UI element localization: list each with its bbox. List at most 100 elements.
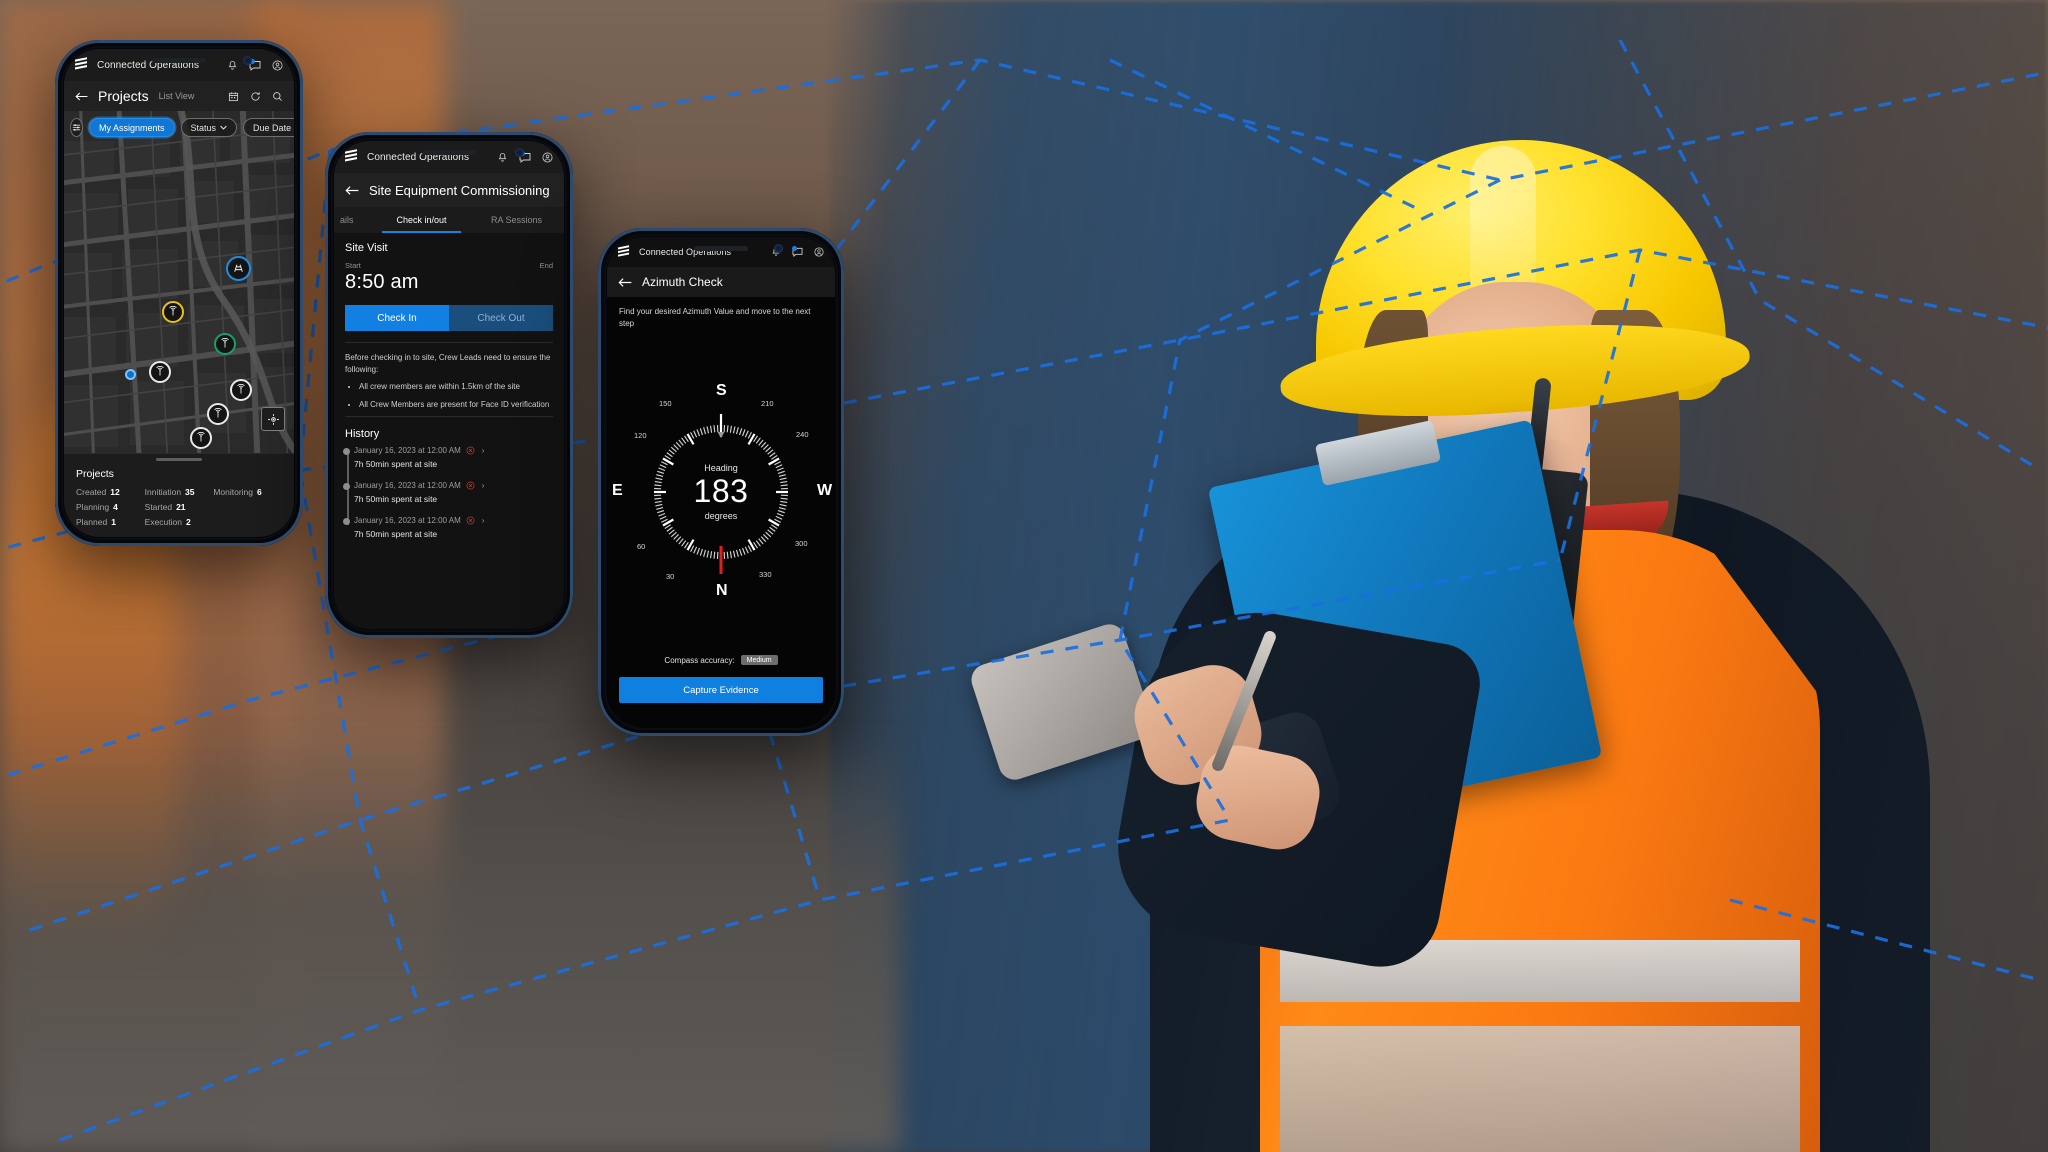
tower-icon <box>221 338 229 348</box>
phone1-speaker <box>152 58 206 63</box>
sheet-title: Projects <box>76 468 114 480</box>
back-arrow-icon[interactable] <box>345 185 359 196</box>
compass-readout: Heading 183 degrees <box>635 406 807 578</box>
chat-icon-wrap[interactable] <box>792 246 803 257</box>
heading-value: 183 <box>693 473 749 510</box>
stat-planning: Planning 4 <box>76 502 145 512</box>
bell-icon[interactable] <box>227 60 238 71</box>
chip-my-assignments[interactable]: My Assignments <box>89 118 175 137</box>
account-icon[interactable] <box>814 247 824 257</box>
phone1-appbar-icons <box>227 58 283 71</box>
stat-execution: Execution 2 <box>145 517 214 527</box>
back-arrow-icon[interactable] <box>75 91 88 102</box>
page-subtitle: List View <box>158 91 195 101</box>
accuracy-label: Compass accuracy: <box>664 655 735 665</box>
bell-icon[interactable] <box>497 152 508 163</box>
chip-due-date[interactable]: Due Date <box>243 118 294 137</box>
phone-projects: Connected Operations Projects List View … <box>55 40 303 546</box>
phone1-pagebar-icons <box>228 91 283 102</box>
check-in-button[interactable]: Check In <box>345 305 449 331</box>
phone1-appbar: Connected Operations <box>64 49 294 81</box>
phone-azimuth-check: Connected Operations Azimuth Check Find … <box>598 228 844 736</box>
tab-label: ails <box>340 215 354 225</box>
calendar-icon[interactable] <box>228 91 239 102</box>
stat-label: Planned <box>76 517 108 527</box>
timeline-dot <box>343 483 350 491</box>
stat-value: 35 <box>185 487 195 497</box>
list-item[interactable]: January 16, 2023 at 12:00 AM › 7h 50min … <box>343 481 553 505</box>
timeline-dot <box>343 448 350 456</box>
tab-check-in-out[interactable]: Check in/out <box>374 207 469 233</box>
back-arrow-icon[interactable] <box>618 277 632 288</box>
requirements-list: All crew members are within 1.5km of the… <box>359 381 553 410</box>
start-label: Start <box>345 261 361 270</box>
phone-site-commissioning: Connected Operations Site Equipment Comm… <box>325 132 573 638</box>
filter-settings-button[interactable] <box>70 118 83 137</box>
phone2-screen: Connected Operations Site Equipment Comm… <box>334 141 564 629</box>
timeline-dot <box>343 518 350 526</box>
tower-icon <box>197 432 205 442</box>
history-detail: 7h 50min spent at site <box>354 494 438 505</box>
stat-label: Execution <box>144 517 182 527</box>
tab-ra-sessions[interactable]: RA Sessions <box>469 207 564 233</box>
phone2-appbar-icons <box>497 150 553 163</box>
refresh-icon[interactable] <box>250 91 261 102</box>
stat-created: Created 12 <box>76 487 145 497</box>
page-title: Site Equipment Commissioning <box>369 182 550 198</box>
map-marker-site[interactable] <box>149 361 171 383</box>
tab-details[interactable]: ails <box>340 207 374 233</box>
error-circle-icon <box>466 481 475 490</box>
check-out-button[interactable]: Check Out <box>449 305 553 331</box>
phone1-camera <box>243 56 252 65</box>
map-marker-site[interactable] <box>230 379 252 401</box>
stat-value: 6 <box>257 487 262 497</box>
phone3-camera <box>774 244 783 253</box>
chevron-right-icon[interactable]: › <box>482 446 485 455</box>
map-marker-site-selected[interactable] <box>226 256 251 281</box>
requirements-intro: Before checking in to site, Crew Leads n… <box>345 353 551 374</box>
tab-label: RA Sessions <box>490 215 543 225</box>
account-icon[interactable] <box>272 60 283 71</box>
page-title: Projects <box>98 88 149 104</box>
map-marker-site-ok[interactable] <box>214 333 236 355</box>
locate-me-button[interactable] <box>261 407 285 431</box>
capture-evidence-button[interactable]: Capture Evidence <box>619 677 823 703</box>
list-item[interactable]: January 16, 2023 at 12:00 AM › 7h 50min … <box>343 446 553 469</box>
projects-map[interactable]: My Assignments Status Due Date <box>64 111 294 453</box>
history-row-top: January 16, 2023 at 12:00 AM › <box>354 516 553 525</box>
history-row-top: January 16, 2023 at 12:00 AM › <box>354 446 553 455</box>
map-tiles <box>64 111 294 453</box>
stat-label: Created <box>76 487 107 497</box>
check-buttons: Check In Check Out <box>345 305 553 331</box>
user-location-dot <box>125 369 136 380</box>
chevron-right-icon[interactable]: › <box>482 481 485 490</box>
search-icon[interactable] <box>272 91 283 102</box>
map-marker-site[interactable] <box>207 403 229 425</box>
site-visit-section: Site Visit Start End 8:50 am Check In Ch… <box>334 233 564 343</box>
phone2-camera <box>515 148 524 157</box>
cardinal-S: S <box>716 382 727 400</box>
start-end-labels: Start End <box>345 261 553 270</box>
chip-status[interactable]: Status <box>180 118 238 137</box>
list-item[interactable]: January 16, 2023 at 12:00 AM › 7h 50min … <box>343 516 553 539</box>
ericsson-logo <box>345 149 357 162</box>
stat-label: Innitiation <box>144 487 182 497</box>
map-marker-site-warning[interactable] <box>162 301 184 323</box>
azimuth-description: Find your desired Azimuth Value and move… <box>619 307 811 328</box>
tower-icon <box>169 306 177 316</box>
cardinal-W: W <box>817 482 833 500</box>
list-item: All Crew Members are present for Face ID… <box>359 399 553 411</box>
heading-unit: degrees <box>704 510 738 521</box>
chevron-right-icon[interactable]: › <box>482 516 485 525</box>
history-date: January 16, 2023 at 12:00 AM <box>354 481 461 491</box>
sheet-drag-handle[interactable] <box>156 458 202 461</box>
account-icon[interactable] <box>542 152 553 163</box>
map-marker-site[interactable] <box>190 427 212 449</box>
compass-dial[interactable]: S W N E 150 210 240 300 330 30 60 120 He… <box>612 382 832 599</box>
site-visit-heading: Site Visit <box>345 242 388 254</box>
cardinal-E: E <box>612 482 623 500</box>
stat-planned: Planned 1 <box>76 517 145 527</box>
stat-value: 1 <box>111 517 116 527</box>
compass-area: S W N E 150 210 240 300 330 30 60 120 He… <box>607 329 835 655</box>
stat-value: 12 <box>110 487 120 497</box>
